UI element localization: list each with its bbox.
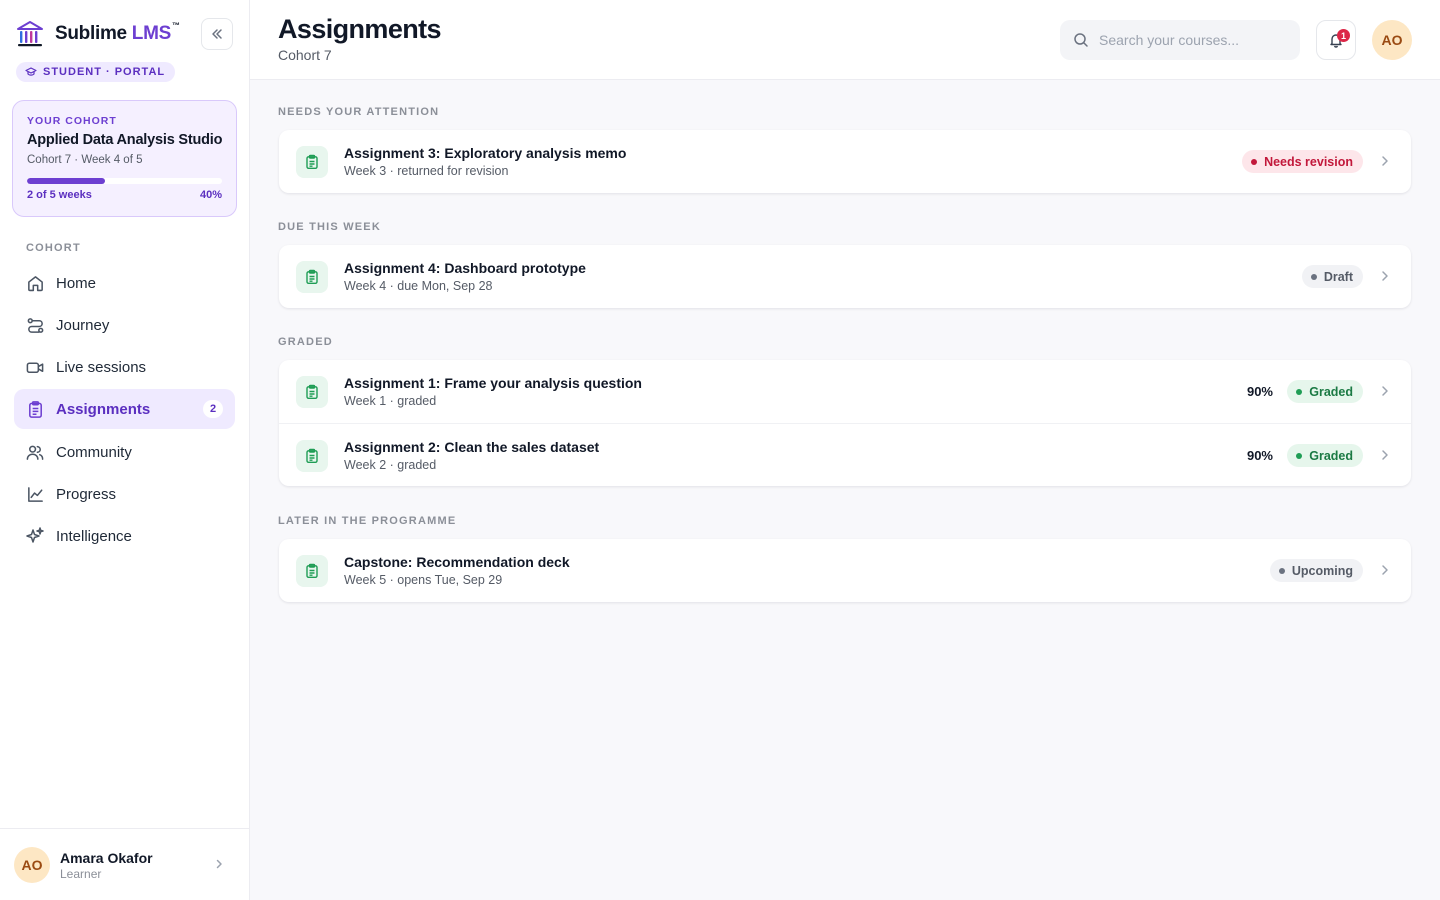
assignment-row[interactable]: Assignment 4: Dashboard prototype Week 4… <box>279 245 1411 308</box>
later-card: Capstone: Recommendation deck Week 5 · o… <box>279 539 1411 602</box>
assignment-row[interactable]: Assignment 1: Frame your analysis questi… <box>279 360 1411 423</box>
cohort-progress-fill <box>27 178 105 184</box>
assignment-title: Assignment 4: Dashboard prototype <box>344 260 586 276</box>
graduation-cap-icon <box>25 67 37 76</box>
status-badge: Graded <box>1287 380 1363 403</box>
chevron-right-icon <box>216 859 222 869</box>
status-badge: Upcoming <box>1269 559 1363 582</box>
nav-section-label: COHORT <box>26 242 81 254</box>
nav-item-live-sessions[interactable]: Live sessions <box>14 347 235 387</box>
brand-logo[interactable]: Sublime LMS™ <box>16 18 180 50</box>
avatar: AO <box>14 847 50 883</box>
chevron-right-icon <box>1382 156 1388 166</box>
nav-item-home[interactable]: Home <box>14 263 235 303</box>
nav-item-label: Live sessions <box>56 358 147 376</box>
section-label-later: LATER IN THE PROGRAMME <box>278 515 457 527</box>
clipboard-icon <box>296 555 328 587</box>
nav-item-label: Intelligence <box>56 527 132 545</box>
nav-item-label: Community <box>56 443 132 461</box>
chevron-right-icon <box>1382 450 1388 460</box>
user-name: Amara Okafor <box>60 850 153 866</box>
chevron-right-icon <box>1382 271 1388 281</box>
section-label-needs-attention: NEEDS YOUR ATTENTION <box>278 106 440 118</box>
nav-item-label: Assignments <box>56 400 151 418</box>
assignment-row[interactable]: Assignment 3: Exploratory analysis memo … <box>279 130 1411 193</box>
assignment-meta: Week 3 · returned for revision <box>344 164 509 178</box>
clipboard-icon <box>25 399 45 419</box>
cohort-card[interactable]: YOUR COHORT Applied Data Analysis Studio… <box>12 100 237 217</box>
clipboard-icon <box>296 376 328 408</box>
home-icon <box>25 273 45 293</box>
cohort-progress-percent: 40% <box>199 189 222 201</box>
assignment-meta: Week 1 · graded <box>344 394 437 408</box>
chevrons-left-icon <box>212 29 222 39</box>
video-icon <box>25 357 45 377</box>
assignment-title: Assignment 1: Frame your analysis questi… <box>344 375 642 391</box>
chevron-right-icon <box>1382 565 1388 575</box>
cohort-subtitle: Cohort 7 · Week 4 of 5 <box>27 154 143 166</box>
chart-line-icon <box>25 484 45 504</box>
user-profile-menu[interactable]: AO Amara Okafor Learner <box>0 828 249 900</box>
nav-item-community[interactable]: Community <box>14 432 235 472</box>
status-badge: Graded <box>1287 444 1363 467</box>
assignment-title: Assignment 3: Exploratory analysis memo <box>344 145 627 161</box>
top-header: Assignments Cohort 7 1 AO <box>250 0 1440 80</box>
sparkles-icon <box>25 526 45 546</box>
assignment-meta: Week 4 · due Mon, Sep 28 <box>344 279 493 293</box>
header-avatar[interactable]: AO <box>1372 20 1412 60</box>
brand-wordmark: Sublime LMS™ <box>55 21 180 44</box>
assignment-title: Assignment 2: Clean the sales dataset <box>344 439 600 455</box>
assignment-meta: Week 2 · graded <box>344 458 437 472</box>
search-bar[interactable] <box>1060 20 1300 60</box>
page-subtitle: Cohort 7 <box>278 47 332 63</box>
nav-item-assignments[interactable]: Assignments 2 <box>14 389 235 429</box>
status-badge: Draft <box>1301 265 1363 288</box>
cohort-progress-bar <box>27 178 222 184</box>
search-icon <box>1074 33 1088 47</box>
cohort-eyebrow: YOUR COHORT <box>27 115 117 127</box>
search-input[interactable] <box>1099 32 1289 48</box>
sidebar: Sublime LMS™ STUDENT · PORTAL YOUR COHOR… <box>0 0 250 900</box>
nav-item-progress[interactable]: Progress <box>14 474 235 514</box>
notification-count-badge: 1 <box>1337 29 1350 42</box>
nav-item-label: Journey <box>56 316 110 334</box>
page-title: Assignments <box>278 14 442 44</box>
section-label-graded: GRADED <box>278 336 333 348</box>
due-this-week-card: Assignment 4: Dashboard prototype Week 4… <box>279 245 1411 308</box>
clipboard-icon <box>296 440 328 472</box>
nav-item-intelligence[interactable]: Intelligence <box>14 516 235 556</box>
nav-item-journey[interactable]: Journey <box>14 305 235 345</box>
assignment-title: Capstone: Recommendation deck <box>344 554 570 570</box>
collapse-sidebar-button[interactable] <box>201 18 233 50</box>
user-role: Learner <box>60 867 102 881</box>
assignments-count-badge: 2 <box>203 400 223 418</box>
users-icon <box>25 442 45 462</box>
notifications-button[interactable]: 1 <box>1316 20 1356 60</box>
assignment-row[interactable]: Capstone: Recommendation deck Week 5 · o… <box>279 539 1411 602</box>
clipboard-icon <box>296 146 328 178</box>
chevron-right-icon <box>1382 386 1388 396</box>
nav-item-label: Home <box>56 274 97 292</box>
assignment-score: 90% <box>1246 384 1273 399</box>
clipboard-icon <box>296 261 328 293</box>
graded-card: Assignment 1: Frame your analysis questi… <box>279 360 1411 486</box>
portal-badge: STUDENT · PORTAL <box>16 62 176 82</box>
needs-attention-card: Assignment 3: Exploratory analysis memo … <box>279 130 1411 193</box>
section-label-due-this-week: DUE THIS WEEK <box>278 221 381 233</box>
cohort-title: Applied Data Analysis Studio <box>27 132 223 148</box>
cohort-progress-weeks: 2 of 5 weeks <box>27 189 92 201</box>
route-icon <box>25 315 45 335</box>
status-badge: Needs revision <box>1242 150 1363 173</box>
institution-icon <box>17 21 43 47</box>
assignment-row[interactable]: Assignment 2: Clean the sales dataset We… <box>279 423 1411 486</box>
assignment-meta: Week 5 · opens Tue, Sep 29 <box>344 573 503 587</box>
nav-item-label: Progress <box>56 485 117 503</box>
assignment-score: 90% <box>1246 448 1273 463</box>
